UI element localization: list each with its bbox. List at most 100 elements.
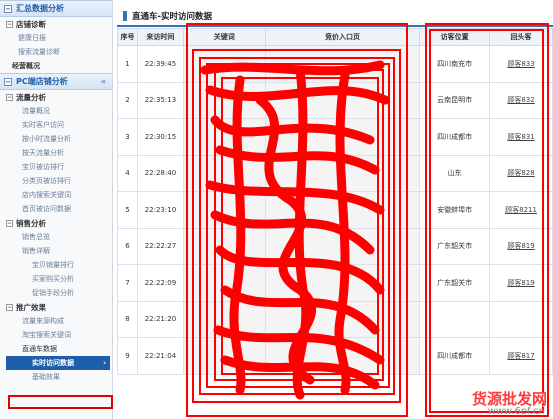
table-row: 1 22:39:45 四川南充市 顾客833 [117, 45, 553, 83]
cell-keyword [182, 81, 266, 119]
cell-no: 5 [117, 191, 138, 229]
col-header-no[interactable]: 序号 [117, 28, 138, 46]
sidebar-item-sales-detail[interactable]: 销售详解 [6, 244, 112, 258]
cell-location: 广东韶关市 [419, 264, 491, 302]
table-row: 4 22:28:40 山东 顾客828 [117, 154, 553, 192]
collapse-icon[interactable]: − [4, 77, 12, 86]
group-promo-effect[interactable]: − 推广效果 [6, 300, 112, 314]
title-bar: 直通车-实时访问数据 [117, 7, 553, 27]
collapse-icon[interactable]: − [6, 20, 13, 28]
sidebar-item-realtime-access-data[interactable]: 实时访问数据 › [6, 356, 110, 370]
collapse-icon[interactable]: − [4, 4, 12, 13]
cell-returning-link[interactable]: 顾客817 [489, 337, 553, 375]
sidebar-item-buyer-analysis[interactable]: 买家购买分析 [6, 272, 112, 286]
sidebar-item-realtime-visitors[interactable]: 实时客户访问 [6, 118, 112, 132]
table-row: 3 22:30:15 四川成都市 顾客831 [117, 118, 553, 156]
cell-keyword [182, 154, 266, 192]
cell-keyword [182, 337, 266, 375]
cell-entry[interactable] [264, 227, 421, 265]
group-shop-diagnosis[interactable]: − 店铺诊断 [6, 17, 112, 31]
cell-location: 四川成都市 [419, 337, 491, 375]
main-panel: 直通车-实时访问数据 序号 来访时间 关键词 竞价入口页 访客位置 回头客 12… [117, 7, 553, 419]
cell-returning-link[interactable]: 顾客831 [489, 118, 553, 156]
sidebar-item-sales-overview[interactable]: 销售总览 [6, 230, 112, 244]
cell-entry[interactable] [264, 337, 421, 375]
chevron-right-icon: › [103, 359, 106, 367]
cell-entry[interactable] [264, 118, 421, 156]
section-summary-analysis[interactable]: − 汇总数据分析 [0, 0, 112, 17]
cell-location: 云南昆明市 [419, 81, 491, 119]
cell-time: 22:35:13 [136, 81, 184, 119]
collapse-icon[interactable]: − [6, 93, 13, 101]
sidebar-item-daily-traffic[interactable]: 按天流量分析 [6, 146, 112, 160]
group-title: 推广效果 [16, 302, 46, 312]
cell-time: 22:39:45 [136, 45, 184, 83]
cell-location: 广东韶关市 [419, 227, 491, 265]
col-header-time[interactable]: 来访时间 [136, 28, 184, 46]
collapse-icon[interactable]: − [6, 219, 13, 227]
cell-keyword [182, 227, 266, 265]
cell-returning-link[interactable]: 顾客819 [489, 227, 553, 265]
sidebar-item-ztc-data[interactable]: 直通车数据 [6, 342, 112, 356]
cell-no: 9 [117, 337, 138, 375]
cell-entry[interactable] [264, 45, 421, 83]
cell-no: 2 [117, 81, 138, 119]
cell-returning-link[interactable] [489, 300, 553, 338]
group-title: 销售分析 [16, 218, 46, 228]
cell-returning-link[interactable]: 顾客8211 [489, 191, 553, 229]
col-header-entry[interactable]: 竞价入口页 [264, 28, 421, 46]
sidebar-item-promo-analysis[interactable]: 促销手段分析 [6, 286, 112, 300]
sidebar-item-traffic-overview[interactable]: 流量概况 [6, 104, 112, 118]
cell-time: 22:22:09 [136, 264, 184, 302]
col-header-location[interactable]: 访客位置 [419, 28, 491, 46]
section-pc-shop-analysis[interactable]: − PC端店铺分析 « [0, 73, 112, 90]
cell-entry[interactable] [264, 264, 421, 302]
cell-time: 22:30:15 [136, 118, 184, 156]
sidebar-item-item-sales-rank[interactable]: 宝贝销量排行 [6, 258, 112, 272]
table-row: 5 22:23:10 安徽蚌埠市 顾客8211 [117, 191, 553, 229]
cell-no: 7 [117, 264, 138, 302]
sidebar-item-hourly-traffic[interactable]: 按小时流量分析 [6, 132, 112, 146]
cell-entry[interactable] [264, 300, 421, 338]
group-sales-analysis[interactable]: − 销售分析 [6, 216, 112, 230]
col-header-returning[interactable]: 回头客 [489, 28, 553, 46]
sidebar-item-basic-effect[interactable]: 基础效果 [6, 370, 112, 384]
cell-entry[interactable] [264, 154, 421, 192]
sidebar-item-traffic-sources[interactable]: 流量来源构成 [6, 314, 112, 328]
cell-time: 22:28:40 [136, 154, 184, 192]
sidebar-item-health-daily[interactable]: 健康日报 [6, 31, 112, 45]
sidebar-item-category-rank[interactable]: 分类页被访排行 [6, 174, 112, 188]
cell-returning-link[interactable]: 顾客819 [489, 264, 553, 302]
cell-time: 22:21:04 [136, 337, 184, 375]
collapse-icon[interactable]: − [6, 303, 13, 311]
cell-entry[interactable] [264, 191, 421, 229]
cell-no: 6 [117, 227, 138, 265]
cell-returning-link[interactable]: 顾客832 [489, 81, 553, 119]
cell-location [419, 300, 491, 338]
table-row: 6 22:22:27 广东韶关市 顾客819 [117, 227, 553, 265]
watermark-url: www.6pf.cn [487, 406, 545, 417]
table-row: 2 22:35:13 云南昆明市 顾客832 [117, 81, 553, 119]
sidebar-item-taobao-search-keywords[interactable]: 淘宝搜索关键词 [6, 328, 112, 342]
sidebar-item-homepage-data[interactable]: 首页被访问数据 [6, 202, 112, 216]
sidebar-item-business-overview[interactable]: 经营概况 [6, 59, 112, 73]
cell-no: 3 [117, 118, 138, 156]
group-title: 流量分析 [16, 92, 46, 102]
sidebar-item-item-rank[interactable]: 宝贝被访排行 [6, 160, 112, 174]
cell-entry[interactable] [264, 81, 421, 119]
cell-no: 8 [117, 300, 138, 338]
sidebar-item-shop-search-keywords[interactable]: 店内搜索关键词 [6, 188, 112, 202]
cell-keyword [182, 118, 266, 156]
col-header-keyword[interactable]: 关键词 [182, 28, 266, 46]
data-table: 序号 来访时间 关键词 竞价入口页 访客位置 回头客 1 22:39:45 四川南充… [117, 28, 553, 375]
group-traffic-analysis[interactable]: − 流量分析 [6, 90, 112, 104]
cell-returning-link[interactable]: 顾客828 [489, 154, 553, 192]
cell-returning-link[interactable]: 顾客833 [489, 45, 553, 83]
active-label: 实时访问数据 [32, 359, 74, 367]
cell-location: 四川成都市 [419, 118, 491, 156]
chevron-icon: « [100, 77, 106, 86]
section-title: 汇总数据分析 [16, 4, 64, 13]
sidebar-item-search-diagnosis[interactable]: 搜索流量诊断 [6, 45, 112, 59]
cell-keyword [182, 191, 266, 229]
table-header-row: 序号 来访时间 关键词 竞价入口页 访客位置 回头客 [117, 28, 553, 46]
